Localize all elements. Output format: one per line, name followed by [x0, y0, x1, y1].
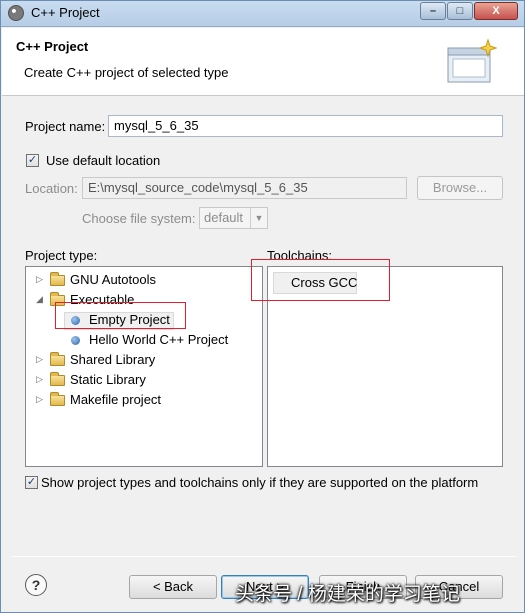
browse-button[interactable]: Browse... [417, 176, 503, 200]
folder-icon [50, 272, 65, 286]
window-title: C++ Project [31, 5, 100, 20]
use-default-location-checkbox[interactable]: ✓ [26, 154, 39, 167]
page-title: C++ Project [16, 39, 89, 54]
new-project-dialog: C++ Project – □ X C++ Project Create C++… [0, 0, 525, 613]
expand-arrow-icon[interactable]: ▷ [36, 274, 46, 285]
tree-item-shared-library[interactable]: ▷ Shared Library [26, 351, 262, 371]
back-button[interactable]: < Back [129, 575, 217, 599]
maximize-button[interactable]: □ [447, 2, 473, 20]
filesystem-value: default [204, 210, 244, 225]
expand-arrow-icon[interactable]: ▷ [36, 354, 46, 365]
folder-icon [50, 392, 65, 406]
project-type-tree[interactable]: ▷ GNU Autotools ◢ Executable Empty Proje… [25, 266, 263, 467]
new-project-wizard-icon [447, 38, 498, 83]
project-type-label: Project type: [25, 248, 98, 263]
tree-item-static-library[interactable]: ▷ Static Library [26, 371, 262, 391]
choose-filesystem-label: Choose file system: [82, 211, 196, 226]
minimize-icon: – [429, 5, 437, 17]
project-name-label: Project name: [25, 119, 106, 134]
expand-arrow-icon[interactable]: ▷ [36, 394, 46, 405]
minimize-button[interactable]: – [420, 2, 446, 20]
annotation-highlight-box [251, 259, 390, 301]
tree-item-gnu-autotools[interactable]: ▷ GNU Autotools [26, 271, 262, 291]
folder-icon [50, 352, 65, 366]
expand-arrow-icon[interactable]: ▷ [36, 374, 46, 385]
location-label: Location: [25, 181, 78, 196]
chevron-down-icon: ▼ [250, 208, 267, 228]
show-supported-label: Show project types and toolchains only i… [41, 475, 479, 490]
help-icon[interactable]: ? [25, 574, 47, 596]
title-bar: C++ Project – □ X [1, 1, 524, 27]
tree-item-makefile-project[interactable]: ▷ Makefile project [26, 391, 262, 411]
location-input[interactable]: E:\mysql_source_code\mysql_5_6_35 [82, 177, 407, 199]
page-description: Create C++ project of selected type [24, 65, 229, 80]
folder-icon [50, 372, 65, 386]
maximize-icon: □ [456, 5, 464, 17]
eclipse-icon [8, 5, 24, 21]
project-name-input[interactable]: mysql_5_6_35 [108, 115, 503, 137]
filesystem-select[interactable]: default ▼ [199, 207, 268, 229]
collapse-arrow-icon[interactable]: ◢ [36, 294, 46, 305]
use-default-location-label: Use default location [46, 153, 161, 168]
tree-item-hello-world[interactable]: Hello World C++ Project [26, 331, 262, 351]
close-icon: X [492, 5, 500, 17]
watermark-text: 头条号 / 杨建荣的学习笔记 [235, 584, 460, 605]
show-supported-checkbox[interactable]: ✓ [25, 476, 38, 489]
close-button[interactable]: X [474, 2, 518, 20]
wizard-banner: C++ Project Create C++ project of select… [2, 28, 524, 96]
button-separator [11, 556, 516, 557]
project-type-icon [71, 336, 80, 345]
annotation-highlight-box [55, 302, 186, 329]
